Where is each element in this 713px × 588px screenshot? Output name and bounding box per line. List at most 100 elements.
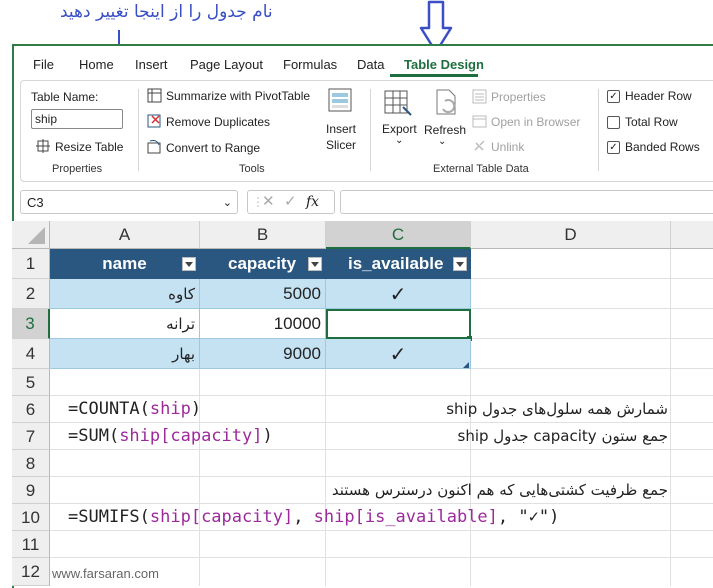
column-header-d[interactable]: D [471, 221, 671, 249]
filter-dropdown-icon[interactable] [308, 257, 322, 271]
insert-slicer-button[interactable]: Insert [326, 122, 356, 136]
column-header-e[interactable] [671, 221, 713, 249]
column-header-a[interactable]: A [50, 221, 200, 249]
menu-data[interactable]: Data [357, 57, 384, 72]
pivot-table-icon [147, 88, 162, 103]
formula-bar: C3 ⌄ ⋮ ✕ ✓ fx [14, 188, 713, 216]
cancel-x-icon[interactable]: ✕ [262, 191, 275, 213]
select-all-corner[interactable] [12, 221, 50, 249]
row-header[interactable]: 8 [12, 450, 50, 477]
table-header-is-available: is_available [348, 254, 444, 273]
resize-table-button[interactable]: Resize Table [55, 140, 123, 154]
column-header-b[interactable]: B [200, 221, 326, 249]
header-row-checkbox[interactable]: ✓ [607, 90, 620, 103]
filter-dropdown-icon[interactable] [453, 257, 467, 271]
formula-reference: ship [149, 399, 191, 419]
annotation-text: نام جدول را از اینجا تغییر دهید [60, 2, 273, 22]
table-cell-capacity[interactable]: 10000 [200, 309, 326, 339]
table-header-cell[interactable]: name [50, 249, 200, 279]
insert-function-fx-icon[interactable]: fx [306, 191, 319, 213]
resize-table-icon [36, 139, 50, 153]
select-all-triangle-icon [28, 227, 45, 244]
refresh-button[interactable]: Refresh [424, 123, 466, 137]
formula-text: , [293, 507, 314, 527]
formula-text: =COUNTA( [68, 399, 150, 419]
convert-to-range-button[interactable]: Convert to Range [166, 141, 260, 155]
menu-file[interactable]: File [33, 57, 54, 72]
gridline [50, 503, 713, 504]
note-row-6[interactable]: شمارش همه سلول‌های جدول ship [400, 400, 668, 418]
gridline [50, 449, 713, 450]
table-cell-is-available[interactable]: ✓ [326, 339, 471, 369]
formula-input[interactable] [340, 190, 713, 214]
menu-table-design[interactable]: Table Design [404, 57, 484, 72]
formula-controls: ⋮ ✕ ✓ fx [247, 190, 335, 214]
table-resize-handle-icon[interactable] [463, 362, 470, 369]
refresh-chevron-icon[interactable]: ⌄ [438, 136, 446, 147]
row-header[interactable]: 7 [12, 423, 50, 450]
ribbon-separator [138, 89, 139, 171]
formula-text: ) [190, 399, 202, 419]
row-header[interactable]: 2 [12, 279, 50, 309]
formula-text: ) [262, 426, 273, 446]
formula-row-10[interactable]: =SUMIFS(ship[capacity], ship[is_availabl… [68, 507, 559, 527]
gridline [50, 476, 713, 477]
formula-text: =SUMIFS( [68, 507, 150, 527]
refresh-icon [436, 89, 456, 115]
table-cell-is-available[interactable]: ✓ [326, 279, 471, 309]
name-box-value: C3 [27, 195, 44, 210]
summarize-pivot-button[interactable]: Summarize with PivotTable [166, 89, 310, 103]
table-header-capacity: capacity [228, 254, 297, 273]
enter-check-icon[interactable]: ✓ [284, 191, 297, 213]
note-row-9[interactable]: جمع ظرفیت کشتی‌هایی که هم اکنون درسترس ه… [290, 481, 668, 499]
note-row-7[interactable]: جمع ستون capacity جدول ship [400, 427, 669, 445]
name-box[interactable]: C3 ⌄ [20, 190, 238, 214]
ribbon: Table Name: ship Resize Table Properties… [20, 80, 713, 182]
table-cell-name[interactable]: کاوه [50, 279, 200, 309]
formula-row-6[interactable]: =COUNTA(ship) [68, 399, 201, 419]
table-name-label: Table Name: [31, 90, 99, 104]
row-header[interactable]: 1 [12, 249, 50, 279]
filter-dropdown-icon[interactable] [182, 257, 196, 271]
table-cell-name[interactable]: ترانه [50, 309, 200, 339]
unlink-icon [474, 140, 485, 151]
row-header[interactable]: 3 [12, 309, 50, 339]
gridline [50, 422, 713, 423]
row-header[interactable]: 4 [12, 339, 50, 369]
row-header[interactable]: 5 [12, 369, 50, 396]
row-header[interactable]: 6 [12, 396, 50, 423]
table-name-input[interactable]: ship [31, 109, 123, 129]
total-row-label: Total Row [625, 115, 678, 129]
table-header-cell[interactable]: is_available [326, 249, 471, 279]
export-chevron-icon[interactable]: ⌄ [395, 135, 403, 146]
row-header[interactable]: 12 [12, 558, 50, 586]
column-header-c[interactable]: C [326, 221, 471, 249]
total-row-checkbox[interactable] [607, 116, 620, 129]
header-row-label: Header Row [625, 89, 692, 103]
table-cell-name[interactable]: بهار [50, 339, 200, 369]
formula-row-7[interactable]: =SUM(ship[capacity]) [68, 426, 273, 446]
remove-duplicates-button[interactable]: Remove Duplicates [166, 115, 270, 129]
row-header[interactable]: 10 [12, 504, 50, 531]
gridline [50, 395, 713, 396]
menu-insert[interactable]: Insert [135, 57, 168, 72]
tools-group-label: Tools [239, 163, 265, 175]
gridline [670, 249, 671, 586]
banded-rows-checkbox[interactable]: ✓ [607, 141, 620, 154]
properties-button: Properties [491, 90, 546, 104]
table-cell-capacity[interactable]: 5000 [200, 279, 326, 309]
menu-home[interactable]: Home [79, 57, 114, 72]
menu-formulas[interactable]: Formulas [283, 57, 337, 72]
table-header-cell[interactable]: capacity [200, 249, 326, 279]
row-header[interactable]: 9 [12, 477, 50, 504]
row-header[interactable]: 11 [12, 531, 50, 558]
formula-reference: ship[capacity] [149, 507, 294, 527]
export-button[interactable]: Export [382, 122, 417, 136]
unlink-button: Unlink [491, 140, 525, 154]
insert-slicer-button-line2[interactable]: Slicer [326, 138, 356, 152]
name-box-chevron-icon[interactable]: ⌄ [223, 191, 232, 215]
ribbon-separator [370, 89, 371, 171]
table-cell-capacity[interactable]: 9000 [200, 339, 326, 369]
menu-page-layout[interactable]: Page Layout [190, 57, 263, 72]
active-cell-c3[interactable] [326, 309, 471, 339]
